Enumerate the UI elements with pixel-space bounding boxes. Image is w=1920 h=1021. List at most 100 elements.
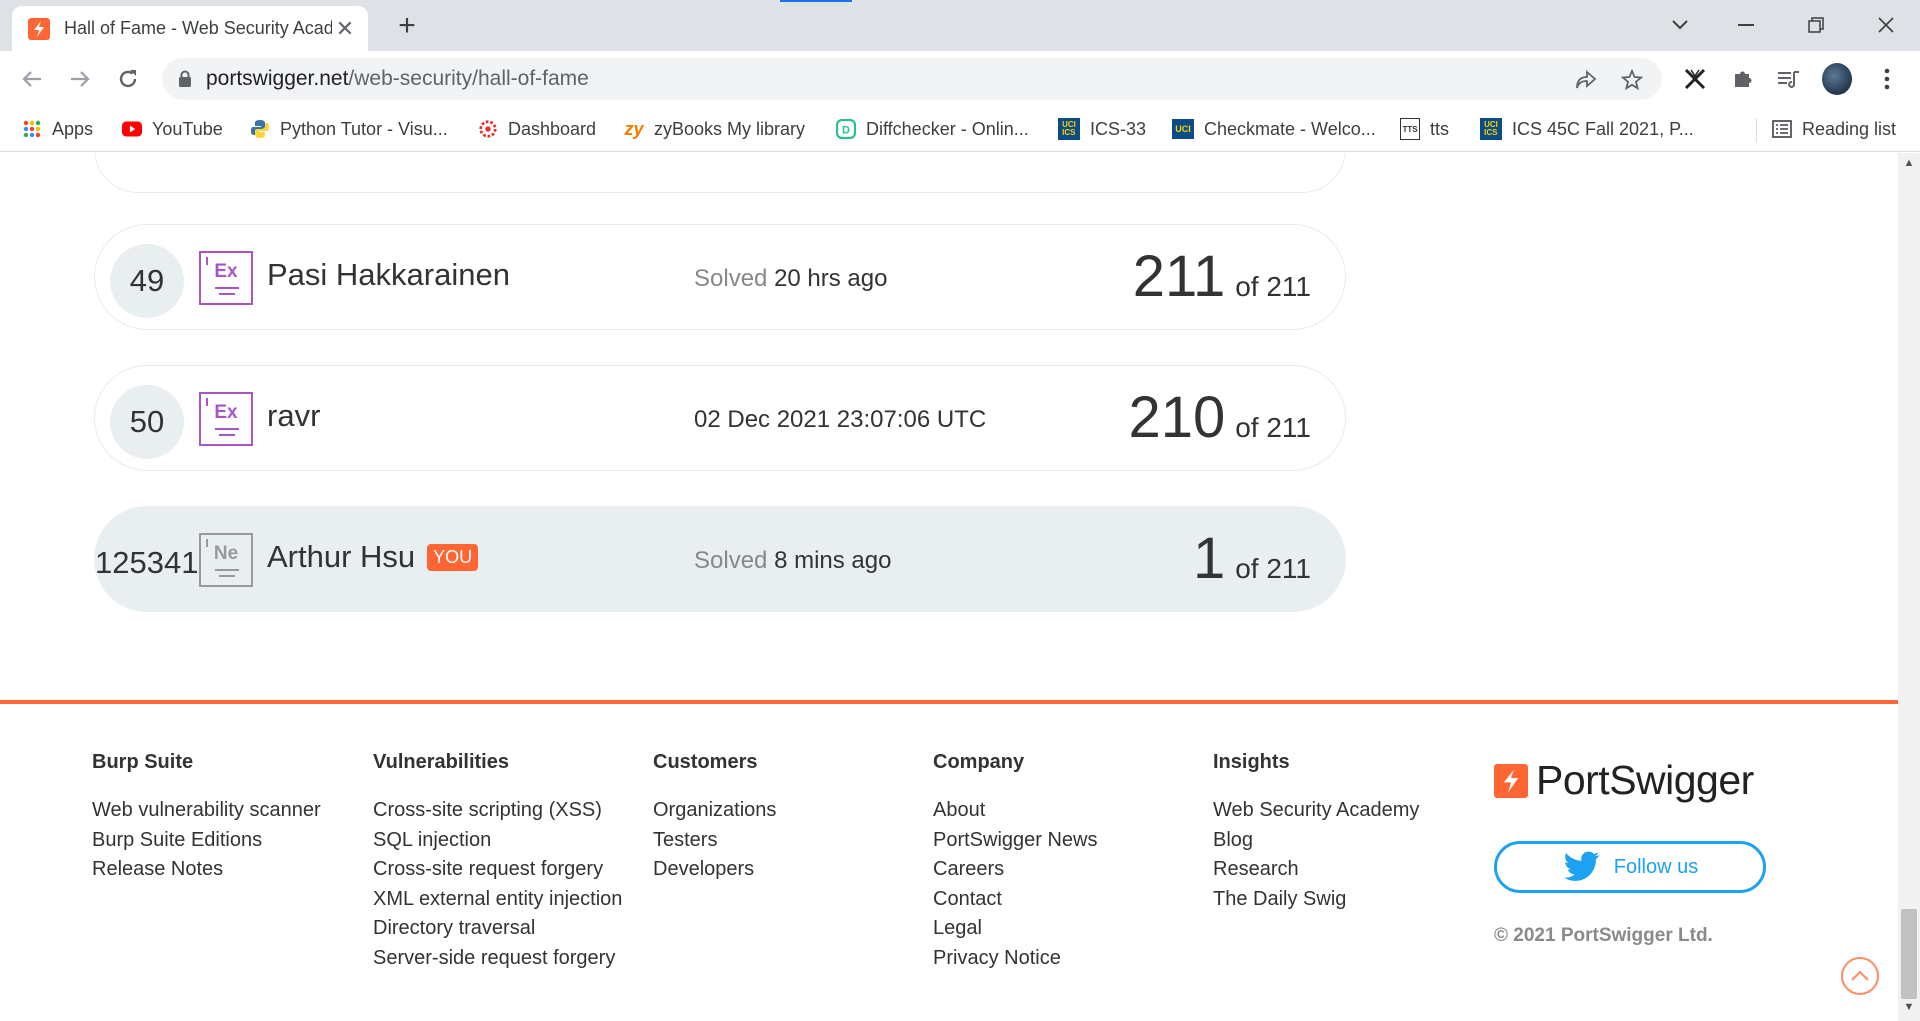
chevron-up-icon	[1851, 970, 1869, 981]
logo-text: PortSwigger	[1536, 757, 1754, 803]
bookmark-zybooks[interactable]: zy zyBooks My library	[624, 114, 805, 144]
score-value: 210	[1128, 385, 1226, 450]
footer-link[interactable]: Release Notes	[92, 855, 321, 885]
bookmark-ics33[interactable]: UCI ICS ICS-33	[1058, 114, 1146, 144]
reading-list-label: Reading list	[1802, 118, 1897, 139]
chrome-menu-icon[interactable]	[1872, 64, 1902, 94]
score: 210 of 211	[1128, 384, 1311, 451]
bookmarks-bar: Apps YouTube Python Tutor - Visu... Dash…	[0, 106, 1920, 152]
player-name: ravr	[267, 398, 320, 434]
close-window-icon[interactable]	[1866, 10, 1906, 40]
bookmark-diffchecker[interactable]: D Diffchecker - Onlin...	[836, 114, 1029, 144]
profile-avatar-icon[interactable]	[1822, 63, 1852, 95]
footer-link[interactable]: SQL injection	[373, 826, 622, 856]
bookmark-divider	[1756, 118, 1757, 142]
score-total: of 211	[1235, 412, 1311, 443]
footer-link[interactable]: Organizations	[653, 796, 776, 826]
footer-link[interactable]: Blog	[1213, 826, 1419, 856]
footer-link[interactable]: Burp Suite Editions	[92, 826, 321, 856]
footer-link[interactable]: Careers	[933, 855, 1098, 885]
back-arrow-icon[interactable]	[16, 63, 48, 95]
minimize-icon[interactable]	[1726, 10, 1766, 40]
browser-toolbar: portswigger.net/web-security/hall-of-fam…	[0, 51, 1920, 106]
bookmark-label: Checkmate - Welco...	[1204, 118, 1376, 139]
restore-icon[interactable]	[1796, 10, 1836, 40]
follow-us-button[interactable]: Follow us	[1494, 841, 1766, 893]
bookmark-dashboard[interactable]: Dashboard	[478, 114, 596, 144]
badge-label: Ne	[213, 543, 239, 564]
bookmark-apps[interactable]: Apps	[22, 114, 93, 144]
footer-link[interactable]: Developers	[653, 855, 776, 885]
bookmark-checkmate[interactable]: UCI Checkmate - Welco...	[1172, 114, 1376, 144]
rank-number: 49	[110, 244, 184, 318]
player-name: Arthur Hsu YOU	[267, 539, 479, 575]
page-viewport: 49 Ex Pasi Hakkarainen Solved 20 hrs ago…	[0, 153, 1898, 1021]
footer-link[interactable]: About	[933, 796, 1098, 826]
bookmark-label: tts	[1430, 118, 1450, 139]
forward-arrow-icon[interactable]	[64, 63, 96, 95]
footer-link[interactable]: The Daily Swig	[1213, 885, 1419, 915]
reading-list-icon	[1772, 119, 1792, 139]
portswigger-logo[interactable]: PortSwigger	[1494, 757, 1754, 804]
youtube-icon	[122, 119, 142, 139]
page-scrollbar[interactable]: ▲ ▼	[1898, 153, 1920, 1021]
uci-ics-icon: UCI ICS	[1058, 118, 1080, 140]
footer-link[interactable]: Cross-site request forgery	[373, 855, 622, 885]
footer-link[interactable]: PortSwigger News	[933, 826, 1098, 856]
footer-link[interactable]: Contact	[933, 885, 1098, 915]
apps-grid-icon	[22, 119, 42, 139]
extension-x-icon[interactable]	[1680, 64, 1710, 94]
footer-link[interactable]: XML external entity injection	[373, 885, 622, 915]
tts-icon: TTS	[1400, 118, 1420, 140]
expert-badge-icon: Ex	[199, 251, 253, 305]
url-text: portswigger.net/web-security/hall-of-fam…	[206, 67, 589, 91]
back-to-top-button[interactable]	[1841, 957, 1879, 995]
bookmark-star-icon[interactable]	[1620, 68, 1644, 92]
scroll-up-arrow-icon[interactable]: ▲	[1898, 157, 1920, 173]
footer-link[interactable]: Legal	[933, 914, 1098, 944]
browser-tab[interactable]: Hall of Fame - Web Security Academy ✕	[12, 6, 368, 51]
diffchecker-icon: D	[836, 119, 856, 139]
dashboard-icon	[478, 119, 498, 139]
new-tab-icon[interactable]: +	[392, 11, 422, 42]
score: 1 of 211	[1193, 525, 1311, 592]
bookmark-tts[interactable]: TTS tts	[1400, 114, 1449, 144]
svg-text:D: D	[842, 125, 850, 137]
reload-icon[interactable]	[112, 63, 144, 95]
tab-search-icon[interactable]	[1660, 10, 1700, 40]
extensions-puzzle-icon[interactable]	[1728, 64, 1758, 94]
footer-divider	[0, 700, 1898, 704]
leaderboard-row-current-user: 125341 Ne Arthur Hsu YOU Solved 8 mins ag…	[94, 506, 1346, 612]
footer-link[interactable]: Testers	[653, 826, 776, 856]
solved-value: 8 mins ago	[774, 547, 892, 574]
share-icon[interactable]	[1574, 68, 1598, 92]
footer-column-insights: Insights Web Security Academy Blog Resea…	[1213, 751, 1419, 914]
follow-us-label: Follow us	[1613, 855, 1699, 878]
address-bar[interactable]: portswigger.net/web-security/hall-of-fam…	[162, 58, 1662, 100]
bookmark-python-tutor[interactable]: Python Tutor - Visu...	[250, 114, 448, 144]
badge-label: Ex	[214, 261, 238, 282]
bookmark-label: Diffchecker - Onlin...	[866, 118, 1029, 139]
you-badge: YOU	[427, 543, 479, 571]
player-name-text: Pasi Hakkarainen	[267, 257, 510, 292]
bookmark-youtube[interactable]: YouTube	[122, 114, 223, 144]
leaderboard-row-partial	[94, 153, 1346, 193]
footer-link[interactable]: Server-side request forgery	[373, 944, 622, 974]
footer-link[interactable]: Web Security Academy	[1213, 796, 1419, 826]
scroll-down-arrow-icon[interactable]: ▼	[1898, 1001, 1920, 1017]
footer-link[interactable]: Cross-site scripting (XSS)	[373, 796, 622, 826]
score-total: of 211	[1235, 271, 1311, 302]
leaderboard-row: 50 Ex ravr 02 Dec 2021 23:07:06 UTC 210 o…	[94, 365, 1346, 471]
bookmark-ics45c[interactable]: UCI ICS ICS 45C Fall 2021, P...	[1480, 114, 1694, 144]
scrollbar-thumb[interactable]	[1901, 909, 1917, 999]
reading-list-button[interactable]: Reading list	[1772, 114, 1896, 144]
solved-time: Solved 20 hrs ago	[694, 265, 887, 293]
tab-indicator	[780, 0, 852, 2]
media-control-icon[interactable]	[1774, 64, 1804, 94]
footer-link[interactable]: Privacy Notice	[933, 944, 1098, 974]
newbie-badge-icon: Ne	[199, 533, 253, 587]
footer-link[interactable]: Research	[1213, 855, 1419, 885]
footer-link[interactable]: Directory traversal	[373, 914, 622, 944]
tab-close-icon[interactable]: ✕	[332, 16, 358, 42]
footer-link[interactable]: Web vulnerability scanner	[92, 796, 321, 826]
